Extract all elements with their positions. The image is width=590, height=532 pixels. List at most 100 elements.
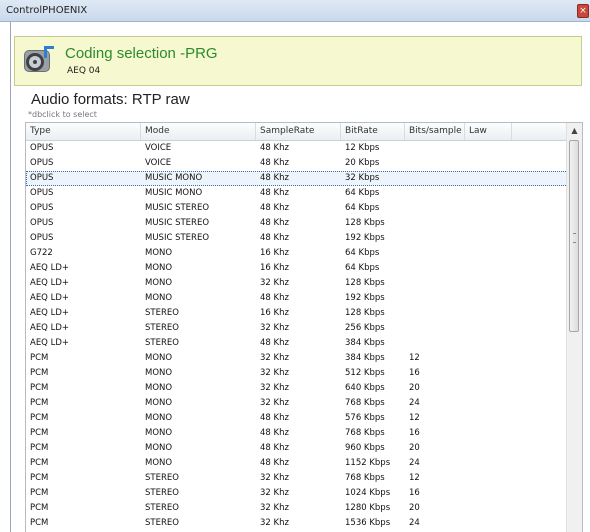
column-header-samplerate[interactable]: SampleRate [256, 123, 341, 140]
table-row[interactable]: PCM MONO 48 Khz 768 Kbps 16 [26, 426, 568, 441]
cell-bitrate: 512 Kbps [345, 368, 385, 378]
table-row[interactable]: G722 MONO 16 Khz 64 Kbps [26, 246, 568, 261]
cell-bitrate: 768 Kbps [345, 398, 385, 408]
table-row[interactable]: PCM MONO 32 Khz 512 Kbps 16 [26, 366, 568, 381]
cell-type: OPUS [30, 158, 54, 168]
cell-type: PCM [30, 383, 49, 393]
table-row[interactable]: PCM MONO 48 Khz 960 Kbps 20 [26, 441, 568, 456]
table-row[interactable]: PCM MONO 32 Khz 384 Kbps 12 [26, 351, 568, 366]
table-row[interactable]: AEQ LD+ STEREO 48 Khz 384 Kbps [26, 336, 568, 351]
cell-bitrate: 192 Kbps [345, 233, 385, 243]
cell-law [465, 321, 512, 336]
cell-mode: MUSIC STEREO [145, 203, 210, 213]
cell-samplerate: 16 Khz [260, 248, 289, 258]
cell-type: AEQ LD+ [30, 278, 69, 288]
cell-bits-per-sample: 24 [409, 458, 420, 468]
table-row[interactable]: AEQ LD+ MONO 16 Khz 64 Kbps [26, 261, 568, 276]
cell-samplerate: 48 Khz [260, 458, 289, 468]
cell-type: PCM [30, 473, 49, 483]
cell-bits-per-sample: 20 [409, 383, 420, 393]
cell-bits-per-sample: 12 [409, 353, 420, 363]
cell-bits-per-sample [405, 231, 465, 246]
cell-bits-per-sample [405, 171, 465, 186]
cell-samplerate: 16 Khz [260, 263, 289, 273]
hint-text: *dbclick to select [28, 110, 97, 119]
vertical-scrollbar[interactable]: ▲ [566, 123, 582, 532]
cell-bitrate: 576 Kbps [345, 413, 385, 423]
cell-bitrate: 192 Kbps [345, 293, 385, 303]
table-row[interactable]: AEQ LD+ MONO 48 Khz 192 Kbps [26, 291, 568, 306]
cell-samplerate: 48 Khz [260, 188, 289, 198]
audio-formats-table[interactable]: Type Mode SampleRate BitRate Bits/sample… [25, 122, 583, 532]
cell-type: OPUS [30, 233, 54, 243]
cell-law [465, 381, 512, 396]
table-body: OPUS VOICE 48 Khz 12 Kbps OPUS VOICE 48 Khz 20 … [26, 141, 568, 531]
table-row[interactable]: OPUS MUSIC STEREO 48 Khz 64 Kbps [26, 201, 568, 216]
cell-bitrate: 64 Kbps [345, 203, 380, 213]
cell-type: PCM [30, 503, 49, 513]
cell-mode: MONO [145, 278, 173, 288]
cell-samplerate: 16 Khz [260, 308, 289, 318]
column-header-bits-per-sample[interactable]: Bits/sample [405, 123, 465, 140]
table-row[interactable]: OPUS MUSIC STEREO 48 Khz 192 Kbps [26, 231, 568, 246]
cell-samplerate: 48 Khz [260, 413, 289, 423]
cell-samplerate: 48 Khz [260, 143, 289, 153]
table-row[interactable]: PCM MONO 32 Khz 768 Kbps 24 [26, 396, 568, 411]
cell-bits-per-sample: 24 [409, 518, 420, 528]
column-header-law[interactable]: Law [465, 123, 512, 140]
table-row[interactable]: OPUS MUSIC MONO 48 Khz 32 Kbps [26, 171, 568, 186]
scrollbar-grip-icon [573, 233, 576, 243]
column-header-type[interactable]: Type [26, 123, 141, 140]
cell-samplerate: 32 Khz [260, 503, 289, 513]
cell-mode: STEREO [145, 503, 179, 513]
cell-mode: MONO [145, 428, 173, 438]
cell-bits-per-sample [405, 261, 465, 276]
cell-law [465, 411, 512, 426]
window-title: ControlPHOENIX [6, 5, 88, 16]
cell-bits-per-sample [405, 276, 465, 291]
cell-mode: STEREO [145, 473, 179, 483]
table-row[interactable]: PCM STEREO 32 Khz 1536 Kbps 24 [26, 516, 568, 531]
cell-type: PCM [30, 488, 49, 498]
cell-bitrate: 640 Kbps [345, 383, 385, 393]
cell-type: AEQ LD+ [30, 323, 69, 333]
column-header-mode[interactable]: Mode [141, 123, 256, 140]
cell-bits-per-sample [405, 216, 465, 231]
table-row[interactable]: PCM MONO 48 Khz 1152 Kbps 24 [26, 456, 568, 471]
cell-law [465, 306, 512, 321]
column-header-bitrate[interactable]: BitRate [341, 123, 405, 140]
cell-samplerate: 48 Khz [260, 173, 289, 183]
cell-bits-per-sample [405, 141, 465, 156]
scrollbar-thumb[interactable] [569, 140, 579, 332]
cell-samplerate: 48 Khz [260, 233, 289, 243]
cell-type: PCM [30, 428, 49, 438]
table-row[interactable]: PCM MONO 48 Khz 576 Kbps 12 [26, 411, 568, 426]
cell-samplerate: 48 Khz [260, 293, 289, 303]
cell-law [465, 201, 512, 216]
header-subtitle: AEQ 04 [67, 66, 101, 76]
table-row[interactable]: OPUS MUSIC MONO 48 Khz 64 Kbps [26, 186, 568, 201]
cell-mode: STEREO [145, 488, 179, 498]
scroll-up-arrow-icon[interactable]: ▲ [567, 123, 582, 139]
table-row[interactable]: PCM STEREO 32 Khz 1024 Kbps 16 [26, 486, 568, 501]
table-row[interactable]: PCM STEREO 32 Khz 1280 Kbps 20 [26, 501, 568, 516]
cell-bits-per-sample [405, 201, 465, 216]
table-row[interactable]: AEQ LD+ MONO 32 Khz 128 Kbps [26, 276, 568, 291]
table-row[interactable]: PCM STEREO 32 Khz 768 Kbps 12 [26, 471, 568, 486]
table-row[interactable]: AEQ LD+ STEREO 16 Khz 128 Kbps [26, 306, 568, 321]
table-row[interactable]: PCM MONO 32 Khz 640 Kbps 20 [26, 381, 568, 396]
table-row[interactable]: OPUS MUSIC STEREO 48 Khz 128 Kbps [26, 216, 568, 231]
section-title: Audio formats: RTP raw [31, 91, 190, 108]
table-row[interactable]: OPUS VOICE 48 Khz 12 Kbps [26, 141, 568, 156]
cell-law [465, 516, 512, 531]
cell-bits-per-sample [405, 306, 465, 321]
cell-law [465, 471, 512, 486]
cell-type: OPUS [30, 203, 54, 213]
table-row[interactable]: AEQ LD+ STEREO 32 Khz 256 Kbps [26, 321, 568, 336]
cell-samplerate: 32 Khz [260, 323, 289, 333]
cell-mode: STEREO [145, 323, 179, 333]
cell-mode: STEREO [145, 518, 179, 528]
cell-bitrate: 64 Kbps [345, 263, 380, 273]
table-row[interactable]: OPUS VOICE 48 Khz 20 Kbps [26, 156, 568, 171]
close-icon[interactable]: × [577, 4, 589, 18]
